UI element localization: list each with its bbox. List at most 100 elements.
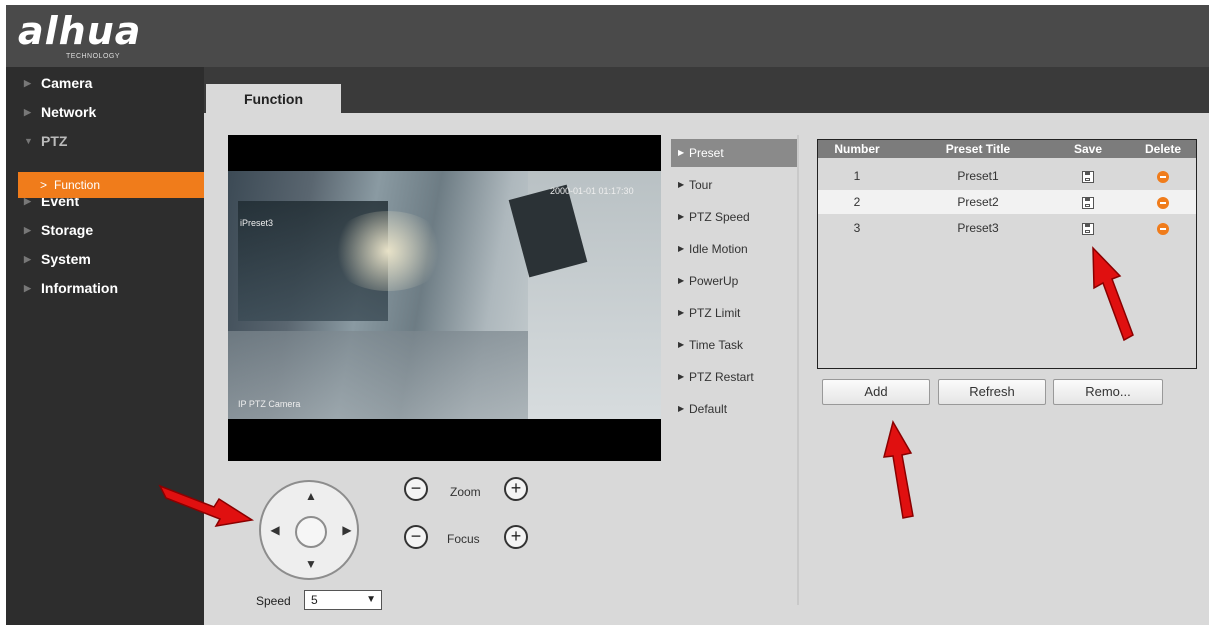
header-preset-title: Preset Title xyxy=(945,142,1011,156)
sidebar-item-system[interactable]: ▶ System xyxy=(6,247,204,271)
save-cell xyxy=(1068,216,1108,240)
header-delete: Delete xyxy=(1144,142,1182,156)
header-number: Number xyxy=(834,142,880,156)
speed-label: Speed xyxy=(256,594,291,608)
save-icon[interactable] xyxy=(1082,222,1094,235)
tab-strip xyxy=(204,67,1209,113)
logo-subtext: TECHNOLOGY xyxy=(66,53,121,60)
menu-item-label: Idle Motion xyxy=(689,242,748,256)
triangle-right-icon: ▶ xyxy=(678,148,685,157)
ptz-center-button[interactable] xyxy=(295,516,327,548)
zoom-label: Zoom xyxy=(450,485,481,499)
sidebar-subitem-label: Function xyxy=(54,178,101,192)
zoom-out-button[interactable]: − xyxy=(404,477,428,501)
menu-item-default[interactable]: ▶ Default xyxy=(671,395,797,423)
top-bar: alhua TECHNOLOGY xyxy=(6,5,1209,67)
collapsed-triangle-icon: ▶ xyxy=(24,225,31,235)
menu-item-label: PTZ Speed xyxy=(689,210,750,224)
app-frame: alhua TECHNOLOGY ▶ Camera ▶ Network ▼ PT… xyxy=(6,5,1209,625)
pan-right-icon[interactable]: ▶ xyxy=(339,522,355,538)
delete-cell xyxy=(1138,216,1188,240)
menu-item-label: PTZ Restart xyxy=(689,370,754,384)
chevron-right-icon: > xyxy=(40,178,48,192)
collapsed-triangle-icon: ▶ xyxy=(24,283,31,293)
delete-cell xyxy=(1138,164,1188,188)
menu-item-time-task[interactable]: ▶ Time Task xyxy=(671,331,797,359)
chevron-down-icon: ▼ xyxy=(366,594,376,605)
menu-item-idle-motion[interactable]: ▶ Idle Motion xyxy=(671,235,797,263)
delete-icon[interactable] xyxy=(1157,196,1169,209)
sidebar-item-ptz[interactable]: ▼ PTZ xyxy=(6,129,204,153)
triangle-right-icon: ▶ xyxy=(678,212,685,221)
sidebar-item-network[interactable]: ▶ Network xyxy=(6,100,204,124)
focus-in-button[interactable]: + xyxy=(504,525,528,549)
cell-preset-title: Preset1 xyxy=(957,169,999,183)
brand-logo: alhua TECHNOLOGY xyxy=(18,9,142,60)
table-header: Number Preset Title Save Delete xyxy=(818,140,1196,158)
add-button[interactable]: Add xyxy=(822,379,930,405)
ptz-function-menu: ▶ Preset ▶ Tour ▶ PTZ Speed ▶ Idle Motion ▶ P… xyxy=(671,135,799,605)
sidebar-item-label: Network xyxy=(41,104,97,120)
menu-item-ptz-speed[interactable]: ▶ PTZ Speed xyxy=(671,203,797,231)
sidebar-item-label: System xyxy=(41,251,91,267)
video-timestamp: 2000-01-01 01:17:30 xyxy=(550,186,634,196)
save-icon[interactable] xyxy=(1082,170,1094,183)
header-save: Save xyxy=(1073,142,1103,156)
table-row[interactable]: 1 Preset1 xyxy=(818,164,1196,188)
focus-label: Focus xyxy=(447,532,480,546)
pan-up-icon[interactable]: ▲ xyxy=(303,488,319,504)
triangle-right-icon: ▶ xyxy=(678,404,685,413)
triangle-right-icon: ▶ xyxy=(678,244,685,253)
menu-item-label: Default xyxy=(689,402,728,416)
cell-number: 3 xyxy=(853,221,861,235)
menu-item-tour[interactable]: ▶ Tour xyxy=(671,171,797,199)
video-frame xyxy=(228,171,661,419)
sidebar-item-storage[interactable]: ▶ Storage xyxy=(6,218,204,242)
save-icon[interactable] xyxy=(1082,196,1094,209)
pan-down-icon[interactable]: ▼ xyxy=(303,556,319,572)
sidebar-item-label: Camera xyxy=(41,75,93,91)
speed-value: 5 xyxy=(311,593,318,607)
delete-icon[interactable] xyxy=(1157,170,1169,183)
menu-item-powerup[interactable]: ▶ PowerUp xyxy=(671,267,797,295)
cell-preset-title: Preset3 xyxy=(957,221,999,235)
table-row[interactable]: 2 Preset2 xyxy=(818,190,1196,214)
cell-preset-title: Preset2 xyxy=(957,195,999,209)
sidebar-item-information[interactable]: ▶ Information xyxy=(6,276,204,300)
focus-out-button[interactable]: − xyxy=(404,525,428,549)
expanded-triangle-icon: ▼ xyxy=(24,136,33,146)
speed-select[interactable]: 5 ▼ xyxy=(304,590,382,610)
menu-item-preset[interactable]: ▶ Preset xyxy=(671,139,797,167)
save-cell xyxy=(1068,164,1108,188)
ptz-direction-pad[interactable]: ▲ ▼ ◀ ▶ xyxy=(259,480,359,580)
menu-item-label: PTZ Limit xyxy=(689,306,741,320)
collapsed-triangle-icon: ▶ xyxy=(24,254,31,264)
logo-text: alhua xyxy=(18,9,142,53)
preset-table: Number Preset Title Save Delete 1 Preset… xyxy=(817,139,1197,369)
sidebar-item-label: PTZ xyxy=(41,133,68,149)
video-preset-label: iPreset3 xyxy=(240,218,274,228)
menu-item-label: Time Task xyxy=(689,338,744,352)
save-cell xyxy=(1068,190,1108,214)
cell-number: 1 xyxy=(853,169,861,183)
triangle-right-icon: ▶ xyxy=(678,372,685,381)
delete-icon[interactable] xyxy=(1157,222,1169,235)
refresh-button[interactable]: Refresh xyxy=(938,379,1046,405)
sidebar-subitem-function[interactable]: > Function xyxy=(18,172,204,198)
sidebar-item-camera[interactable]: ▶ Camera xyxy=(6,71,204,95)
cell-number: 2 xyxy=(853,195,861,209)
table-row[interactable]: 3 Preset3 xyxy=(818,216,1196,240)
live-video: 2000-01-01 01:17:30 iPreset3 IP PTZ Came… xyxy=(228,135,661,461)
delete-cell xyxy=(1138,190,1188,214)
triangle-right-icon: ▶ xyxy=(678,340,685,349)
menu-item-ptz-restart[interactable]: ▶ PTZ Restart xyxy=(671,363,797,391)
triangle-right-icon: ▶ xyxy=(678,276,685,285)
pan-left-icon[interactable]: ◀ xyxy=(267,522,283,538)
tab-function[interactable]: Function xyxy=(206,84,341,114)
triangle-right-icon: ▶ xyxy=(678,308,685,317)
menu-item-ptz-limit[interactable]: ▶ PTZ Limit xyxy=(671,299,797,327)
menu-item-label: Preset xyxy=(689,146,724,160)
menu-item-label: Tour xyxy=(689,178,713,192)
remove-button[interactable]: Remo... xyxy=(1053,379,1163,405)
zoom-in-button[interactable]: + xyxy=(504,477,528,501)
